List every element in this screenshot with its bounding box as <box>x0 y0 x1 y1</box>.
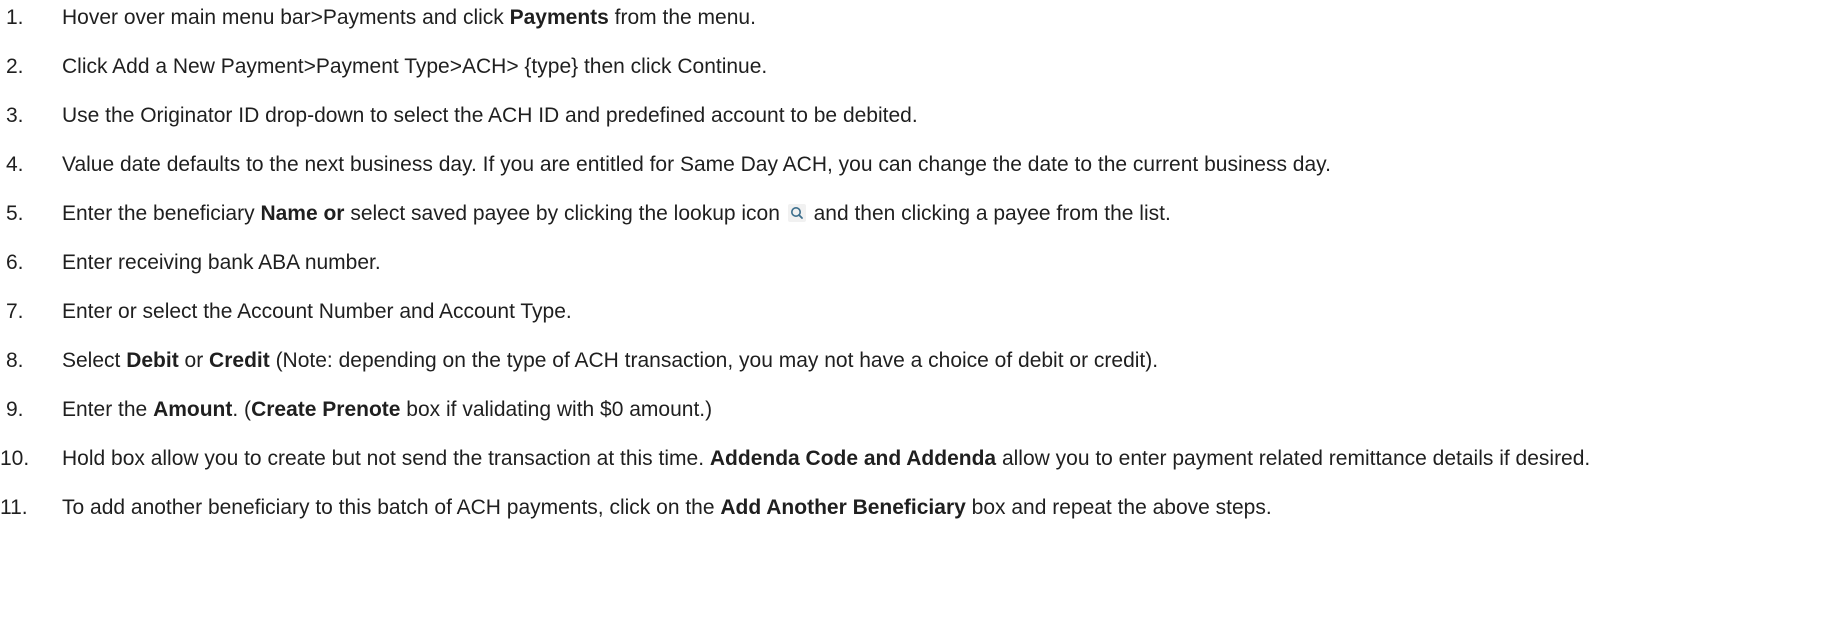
text-run: Enter the beneficiary <box>62 202 261 225</box>
instructions-page: 1. Hover over main menu bar>Payments and … <box>0 0 1836 628</box>
text-run: and then clicking a payee from the list. <box>807 202 1171 225</box>
step-item: 6. Enter receiving bank ABA number. <box>0 249 1836 277</box>
text-run: select saved payee by clicking the looku… <box>344 202 786 225</box>
bold-term: Debit <box>126 349 179 372</box>
text-run: Select <box>62 349 127 372</box>
bold-term: Amount <box>153 398 233 421</box>
step-item: 1. Hover over main menu bar>Payments and … <box>0 4 1836 32</box>
step-number: 8. <box>6 349 24 372</box>
text-run: allow you to enter payment related remit… <box>996 447 1591 470</box>
bold-term: Payments <box>509 6 609 29</box>
text-run: Hold box allow you to create but not sen… <box>62 447 710 470</box>
text-run: . ( <box>232 398 252 421</box>
step-text: Enter the beneficiary Name or select sav… <box>62 202 1171 225</box>
text-run: box and repeat the above steps. <box>965 496 1272 519</box>
bold-term: Create Prenote <box>251 398 401 421</box>
step-item: 2. Click Add a New Payment>Payment Type>A… <box>0 53 1836 81</box>
step-text: Select Debit or Credit (Note: depending … <box>62 349 1158 372</box>
step-number: 7. <box>6 300 24 323</box>
step-text: Enter or select the Account Number and A… <box>62 300 572 323</box>
step-number: 11. <box>0 496 28 519</box>
step-text: Click Add a New Payment>Payment Type>ACH… <box>62 55 767 78</box>
step-number: 2. <box>6 55 24 78</box>
bold-term: Credit <box>209 349 270 372</box>
text-run: Use the Originator ID drop-down to selec… <box>62 104 918 127</box>
step-text: Use the Originator ID drop-down to selec… <box>62 104 918 127</box>
step-text: Enter the Amount. (Create Prenote box if… <box>62 398 712 421</box>
bold-term: Name or <box>260 202 345 225</box>
step-text: Enter receiving bank ABA number. <box>62 251 381 274</box>
text-run: from the menu. <box>608 6 756 29</box>
step-item: 5. Enter the beneficiary Name or select s… <box>0 200 1836 228</box>
step-number: 6. <box>6 251 24 274</box>
step-number: 5. <box>6 202 24 225</box>
step-item: 9. Enter the Amount. (Create Prenote box … <box>0 396 1836 424</box>
text-run: Value date defaults to the next business… <box>62 153 1331 176</box>
text-run: Enter receiving bank ABA number. <box>62 251 381 274</box>
bold-term: Addenda Code and Addenda <box>709 447 997 470</box>
text-run: box if validating with $0 amount.) <box>400 398 713 421</box>
text-run: Enter or select the Account Number and A… <box>62 300 572 323</box>
step-number: 1. <box>6 6 24 29</box>
step-number: 9. <box>6 398 24 421</box>
steps-list: 1. Hover over main menu bar>Payments and … <box>0 4 1836 522</box>
bold-term: Add Another Beneficiary <box>720 496 966 519</box>
lookup-icon <box>787 204 806 222</box>
step-item: 3. Use the Originator ID drop-down to sel… <box>0 102 1836 130</box>
step-item: 10. Hold box allow you to create but not … <box>0 445 1836 473</box>
step-item: 4. Value date defaults to the next busine… <box>0 151 1836 179</box>
step-number: 10. <box>0 447 30 470</box>
step-text: Hold box allow you to create but not sen… <box>62 447 1590 470</box>
step-text: Value date defaults to the next business… <box>62 153 1331 176</box>
text-run: Click Add a New Payment>Payment Type>ACH… <box>62 55 768 78</box>
step-number: 4. <box>6 153 24 176</box>
text-run: or <box>178 349 210 372</box>
step-item: 8. Select Debit or Credit (Note: dependin… <box>0 347 1836 375</box>
step-text: Hover over main menu bar>Payments and cl… <box>62 6 756 29</box>
text-run: Hover over main menu bar>Payments and cl… <box>62 6 510 29</box>
text-run: To add another beneficiary to this batch… <box>62 496 721 519</box>
step-item: 11. To add another beneficiary to this ba… <box>0 494 1836 522</box>
text-run: Enter the <box>62 398 154 421</box>
step-number: 3. <box>6 104 24 127</box>
step-item: 7. Enter or select the Account Number and… <box>0 298 1836 326</box>
text-run: (Note: depending on the type of ACH tran… <box>269 349 1159 372</box>
step-text: To add another beneficiary to this batch… <box>62 496 1272 519</box>
